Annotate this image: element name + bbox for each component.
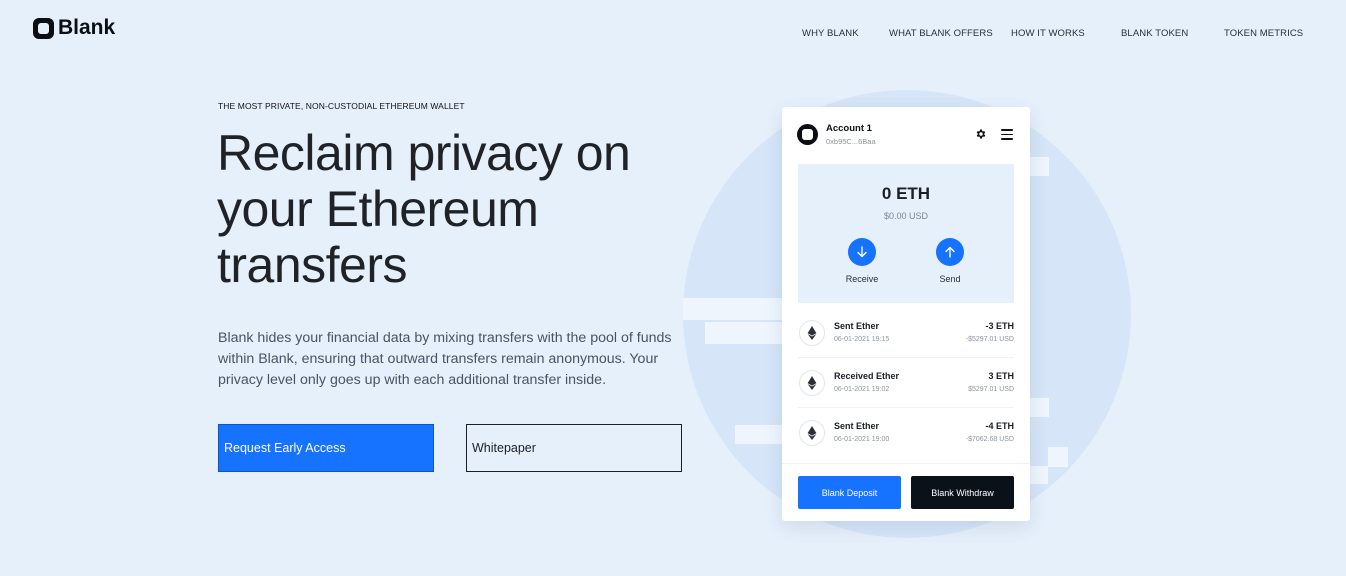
transaction-date: 06-01-2021 19:15 xyxy=(834,336,890,343)
transaction-amount: -4 ETH xyxy=(985,421,1014,431)
hero-headline: Reclaim privacy on your Ethereum transfe… xyxy=(217,125,697,293)
top-nav: WHY BLANK WHAT BLANK OFFERS HOW IT WORKS… xyxy=(0,28,1346,40)
transaction-usd: -$7062.68 USD xyxy=(965,436,1014,443)
nav-item-token-metrics[interactable]: TOKEN METRICS xyxy=(1224,28,1303,39)
balance-usd: $0.00 USD xyxy=(883,211,929,221)
headline-line-2: your Ethereum xyxy=(217,181,539,237)
account-name: Account 1 xyxy=(826,123,872,134)
account-address: 0xb95C...6Baa xyxy=(826,137,876,146)
ethereum-icon xyxy=(799,420,825,446)
decorative-pixel xyxy=(735,425,783,444)
menu-icon[interactable] xyxy=(1001,129,1013,140)
nav-item-how-it-works[interactable]: HOW IT WORKS xyxy=(1011,28,1085,39)
blank-withdraw-button[interactable]: Blank Withdraw xyxy=(911,476,1014,509)
decorative-pixel xyxy=(705,322,783,344)
gear-icon[interactable] xyxy=(975,128,987,140)
transaction-row[interactable]: Sent Ether 06-01-2021 19:00 -4 ETH -$706… xyxy=(798,408,1014,458)
arrow-down-icon xyxy=(848,238,876,266)
transaction-amount: -3 ETH xyxy=(985,321,1014,331)
blank-deposit-button[interactable]: Blank Deposit xyxy=(798,476,901,509)
balance-eth: 0 ETH xyxy=(881,184,931,203)
nav-item-what-blank-offers[interactable]: WHAT BLANK OFFERS xyxy=(889,28,993,39)
transaction-usd: -$5297.01 USD xyxy=(965,336,1014,343)
ethereum-icon xyxy=(799,370,825,396)
send-button[interactable]: Send xyxy=(920,238,980,284)
nav-item-why-blank[interactable]: WHY BLANK xyxy=(802,28,859,39)
divider xyxy=(782,463,1030,464)
transaction-title: Sent Ether xyxy=(834,421,880,431)
account-header[interactable]: Account 1 0xb95C...6Baa xyxy=(797,123,876,146)
transaction-amount: 3 ETH xyxy=(988,371,1014,381)
transaction-title: Sent Ether xyxy=(834,321,880,331)
headline-line-1: Reclaim privacy on xyxy=(217,125,631,181)
transaction-usd: $5297.01 USD xyxy=(968,386,1014,393)
nav-item-blank-token[interactable]: BLANK TOKEN xyxy=(1121,28,1188,39)
ethereum-icon xyxy=(799,320,825,346)
headline-line-3: transfers xyxy=(217,237,408,293)
hero-eyebrow: THE MOST PRIVATE, NON-CUSTODIAL ETHEREUM… xyxy=(218,101,465,111)
hero-description: Blank hides your financial data by mixin… xyxy=(218,330,672,388)
account-avatar xyxy=(797,124,818,145)
decorative-pixel xyxy=(1030,157,1049,176)
transaction-date: 06-01-2021 19:02 xyxy=(834,386,890,393)
receive-button[interactable]: Receive xyxy=(832,238,892,284)
decorative-pixel xyxy=(1048,447,1068,467)
request-early-access-button[interactable]: Request Early Access xyxy=(218,424,434,472)
decorative-pixel xyxy=(683,298,783,320)
transaction-row[interactable]: Sent Ether 06-01-2021 19:15 -3 ETH -$529… xyxy=(798,308,1014,358)
receive-label: Receive xyxy=(845,274,879,284)
decorative-pixel xyxy=(1030,398,1049,417)
arrow-up-icon xyxy=(936,238,964,266)
transaction-row[interactable]: Received Ether 06-01-2021 19:02 3 ETH $5… xyxy=(798,358,1014,408)
send-label: Send xyxy=(939,274,961,284)
whitepaper-button[interactable]: Whitepaper xyxy=(466,424,682,472)
decorative-pixel xyxy=(1030,466,1048,484)
balance-panel: 0 ETH $0.00 USD Receive Send xyxy=(798,164,1014,303)
wallet-card: Account 1 0xb95C...6Baa 0 ETH $0.00 USD … xyxy=(782,107,1030,521)
transaction-date: 06-01-2021 19:00 xyxy=(834,436,890,443)
transaction-title: Received Ether xyxy=(834,371,900,381)
